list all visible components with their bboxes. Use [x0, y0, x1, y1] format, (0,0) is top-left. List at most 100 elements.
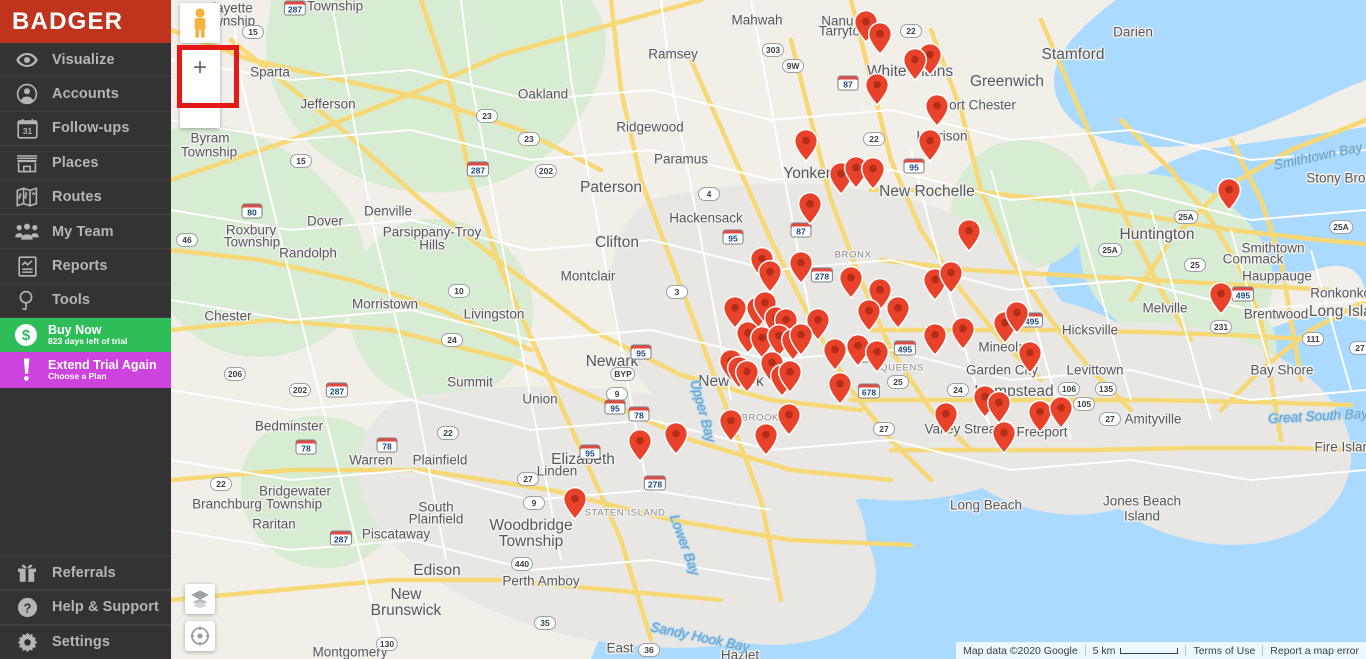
recenter-icon [190, 626, 210, 646]
zoom-in-button[interactable]: + [193, 48, 207, 88]
map-pin-marker[interactable] [860, 156, 886, 191]
route-shield: 24 [947, 383, 969, 397]
map-pin-marker[interactable] [933, 401, 959, 436]
map-pin-marker[interactable] [627, 428, 653, 463]
map-pin-marker[interactable] [922, 322, 948, 357]
map-pin-marker[interactable] [885, 295, 911, 330]
sidebar-item-label: My Team [52, 223, 114, 240]
map-pin-marker[interactable] [956, 218, 982, 253]
route-shield: 23 [476, 109, 498, 123]
route-shield: 15 [242, 25, 264, 39]
people-group-icon [12, 220, 42, 244]
sidebar-item-places[interactable]: Places [0, 146, 171, 181]
sidebar-item-visualize[interactable]: Visualize [0, 43, 171, 78]
map-pin-marker[interactable] [1004, 300, 1030, 335]
route-shield: 287 [466, 161, 490, 177]
route-shield: 95 [579, 444, 601, 460]
sidebar-item-tools[interactable]: Tools [0, 284, 171, 319]
buy-now-title: Buy Now [48, 322, 102, 337]
route-shield: 15 [290, 154, 312, 168]
map-pin-marker[interactable] [950, 316, 976, 351]
map-pin-marker[interactable] [864, 72, 890, 107]
map-layers-button[interactable] [185, 584, 215, 614]
sidebar-item-my-team[interactable]: My Team [0, 215, 171, 250]
sidebar-item-followups[interactable]: 31 Follow-ups [0, 112, 171, 147]
route-shield: BYP [610, 367, 636, 381]
report-map-error-link[interactable]: Report a map error [1270, 645, 1359, 657]
extend-trial-promo[interactable]: Extend Trial Again Choose a Plan [0, 352, 171, 389]
route-shield: 27 [1349, 341, 1366, 355]
map-pin-marker[interactable] [562, 486, 588, 521]
map-pin-marker[interactable] [917, 128, 943, 163]
map-pin-marker[interactable] [867, 21, 893, 56]
sidebar-item-accounts[interactable]: Accounts [0, 77, 171, 112]
route-shield: 78 [376, 437, 398, 453]
route-shield: 95 [722, 229, 744, 245]
route-shield: 27 [1099, 412, 1121, 426]
route-shield: 278 [810, 267, 834, 283]
map-pin-marker[interactable] [1017, 340, 1043, 375]
map-scale-label: 5 km [1092, 644, 1116, 657]
svg-text:31: 31 [22, 126, 32, 136]
sidebar-item-routes[interactable]: Routes [0, 181, 171, 215]
map-fold-icon [12, 185, 42, 209]
sidebar-item-label: Help & Support [52, 599, 159, 616]
map-pin-marker[interactable] [1216, 177, 1242, 212]
map-pin-marker[interactable] [938, 260, 964, 295]
sidebar-item-reports[interactable]: Reports [0, 249, 171, 284]
map-pin-marker[interactable] [776, 402, 802, 437]
map-pin-marker[interactable] [1048, 395, 1074, 430]
map-pin-marker[interactable] [864, 339, 890, 374]
app-logo[interactable]: BADGER [0, 0, 171, 43]
layers-icon [191, 590, 209, 609]
map-recenter-button[interactable] [185, 621, 215, 651]
route-shield: 440 [510, 557, 534, 571]
map-pin-marker[interactable] [838, 265, 864, 300]
map-viewport[interactable]: Lafayette Township Township Sparta Jefferson… [171, 0, 1366, 659]
map-scale: 5 km [1086, 645, 1186, 657]
sidebar-item-label: Routes [52, 189, 102, 206]
extend-trial-title: Extend Trial Again [48, 357, 157, 372]
sidebar: BADGER Visualize Accounts 31 Follow-ups [0, 0, 171, 659]
map-pin-marker[interactable] [797, 191, 823, 226]
map-pin-marker[interactable] [663, 421, 689, 456]
dollar-circle-icon: $ [10, 323, 42, 347]
zoom-out-button[interactable]: − [193, 88, 207, 128]
route-shield: 202 [288, 383, 312, 397]
wrench-loop-icon [12, 288, 42, 312]
map-pin-marker[interactable] [757, 259, 783, 294]
map-pin-marker[interactable] [718, 408, 744, 443]
map-pin-marker[interactable] [777, 359, 803, 394]
route-shield: 27 [517, 472, 539, 486]
terms-of-use-link[interactable]: Terms of Use [1193, 645, 1255, 657]
route-shield: 135 [1094, 382, 1118, 396]
map-pin-marker[interactable] [734, 359, 760, 394]
route-shield: 22 [210, 477, 232, 491]
map-pin-marker[interactable] [788, 322, 814, 357]
map-pin-marker[interactable] [991, 420, 1017, 455]
sidebar-item-help-support[interactable]: ? Help & Support [0, 590, 171, 625]
route-shield: 46 [176, 233, 198, 247]
route-shield: 9 [523, 496, 545, 510]
route-shield: 278 [643, 475, 667, 491]
map-data-attribution: Map data ©2020 Google [963, 644, 1078, 657]
map-pin-marker[interactable] [856, 298, 882, 333]
map-pin-marker[interactable] [902, 47, 928, 82]
sidebar-item-referrals[interactable]: Referrals [0, 555, 171, 591]
map-pin-marker[interactable] [1208, 281, 1234, 316]
map-pin-marker[interactable] [827, 371, 853, 406]
map-pin-marker[interactable] [793, 128, 819, 163]
street-view-pegman-control[interactable] [180, 3, 220, 43]
zoom-controls[interactable]: + − [180, 48, 220, 128]
sidebar-item-settings[interactable]: Settings [0, 624, 171, 659]
map-attribution-bar: Map data ©2020 Google 5 km Terms of Use … [956, 642, 1366, 659]
sidebar-item-label: Follow-ups [52, 120, 130, 137]
buy-now-promo[interactable]: $ Buy Now 823 days left of trial [0, 318, 171, 353]
map-scale-bar [1120, 647, 1179, 654]
map-pin-marker[interactable] [924, 93, 950, 128]
route-shield: 95 [630, 344, 652, 360]
route-shield: 35 [534, 616, 556, 630]
route-shield: 24 [441, 333, 463, 347]
map-pin-marker[interactable] [986, 390, 1012, 425]
map-pin-marker[interactable] [788, 250, 814, 285]
